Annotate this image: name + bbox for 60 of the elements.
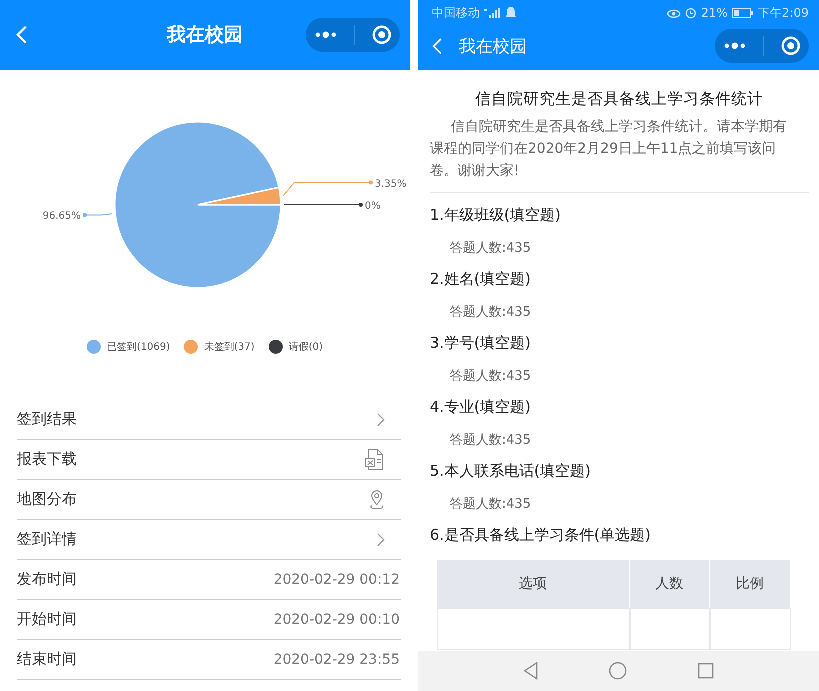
row-label: 地图分布 bbox=[17, 490, 77, 509]
column-header: 人数 bbox=[630, 560, 710, 608]
row-label: 发布时间 bbox=[17, 570, 77, 589]
question-title: 4.专业(填空题) bbox=[430, 398, 532, 417]
battery-percent: 21% bbox=[701, 6, 728, 20]
more-icon[interactable] bbox=[723, 42, 748, 50]
legend-label: 已签到(1069) bbox=[107, 341, 170, 354]
leader-line bbox=[83, 213, 113, 218]
row-label: 结束时间 bbox=[17, 650, 77, 669]
row-label: 签到详情 bbox=[17, 530, 77, 549]
percent-label: 96.65% bbox=[42, 211, 81, 222]
answer-count: 答题人数:435 bbox=[449, 304, 532, 321]
answer-count: 答题人数:435 bbox=[449, 432, 532, 449]
row-label: 报表下载 bbox=[17, 450, 77, 469]
row-label: 开始时间 bbox=[17, 610, 77, 629]
question-title: 5.本人联系电话(填空题) bbox=[430, 462, 592, 481]
menu-row[interactable]: 报表下载 bbox=[17, 440, 401, 480]
legend-label: 请假(0) bbox=[288, 340, 323, 354]
column-header: 选项 bbox=[437, 560, 630, 608]
close-icon[interactable] bbox=[780, 36, 801, 56]
legend-label: 未签到(37) bbox=[204, 340, 255, 354]
question-title: 6.是否具备线上学习条件(单选题) bbox=[430, 526, 652, 545]
survey-description: 信自院研究生是否具备线上学习条件统计。请本学期有课程的同学们在2020年2月29日上午11点之前填写该问卷。谢谢大家! bbox=[430, 116, 809, 193]
eye-icon bbox=[667, 8, 682, 18]
back-icon[interactable] bbox=[432, 36, 443, 56]
close-icon[interactable] bbox=[372, 25, 392, 45]
location-pin-icon bbox=[369, 490, 385, 510]
percent-label: 0% bbox=[365, 201, 381, 212]
back-icon[interactable] bbox=[16, 25, 28, 45]
signal-icon bbox=[484, 7, 502, 19]
back-triangle-icon[interactable] bbox=[523, 662, 540, 680]
recents-square-icon[interactable] bbox=[698, 663, 714, 679]
question-title: 1.年级班级(填空题) bbox=[430, 206, 562, 225]
chevron-right-icon bbox=[377, 412, 385, 426]
alarm-icon bbox=[685, 7, 698, 19]
page-title: 我在校园 bbox=[459, 36, 527, 58]
battery-icon bbox=[732, 8, 754, 18]
column-header: 比例 bbox=[710, 560, 791, 608]
page-title: 我在校园 bbox=[166, 23, 244, 48]
question-title: 2.姓名(填空题) bbox=[430, 270, 532, 289]
menu-row[interactable]: 地图分布 bbox=[17, 480, 401, 520]
bell-icon bbox=[506, 7, 516, 19]
answer-count: 答题人数:435 bbox=[449, 240, 532, 257]
row-value: 2020-02-29 23:55 bbox=[274, 652, 400, 668]
row-value: 2020-02-29 00:10 bbox=[274, 612, 400, 628]
chevron-right-icon bbox=[377, 532, 385, 546]
more-icon[interactable] bbox=[314, 31, 338, 39]
menu-row[interactable]: 签到详情 bbox=[17, 520, 401, 560]
spreadsheet-file-icon bbox=[365, 448, 385, 470]
row-label: 签到结果 bbox=[17, 410, 77, 429]
question-title: 3.学号(填空题) bbox=[430, 334, 532, 353]
survey-title: 信自院研究生是否具备线上学习条件统计 bbox=[474, 89, 764, 110]
answer-count: 答题人数:435 bbox=[449, 496, 532, 513]
row-value: 2020-02-29 00:12 bbox=[274, 572, 400, 588]
menu-row[interactable]: 签到结果 bbox=[17, 400, 401, 440]
percent-label: 3.35% bbox=[375, 178, 407, 190]
carrier-name: 中国移动 bbox=[432, 4, 480, 22]
clock-time: 下午2:09 bbox=[758, 4, 809, 22]
home-circle-icon[interactable] bbox=[609, 662, 628, 680]
answer-count: 答题人数:435 bbox=[449, 368, 532, 385]
